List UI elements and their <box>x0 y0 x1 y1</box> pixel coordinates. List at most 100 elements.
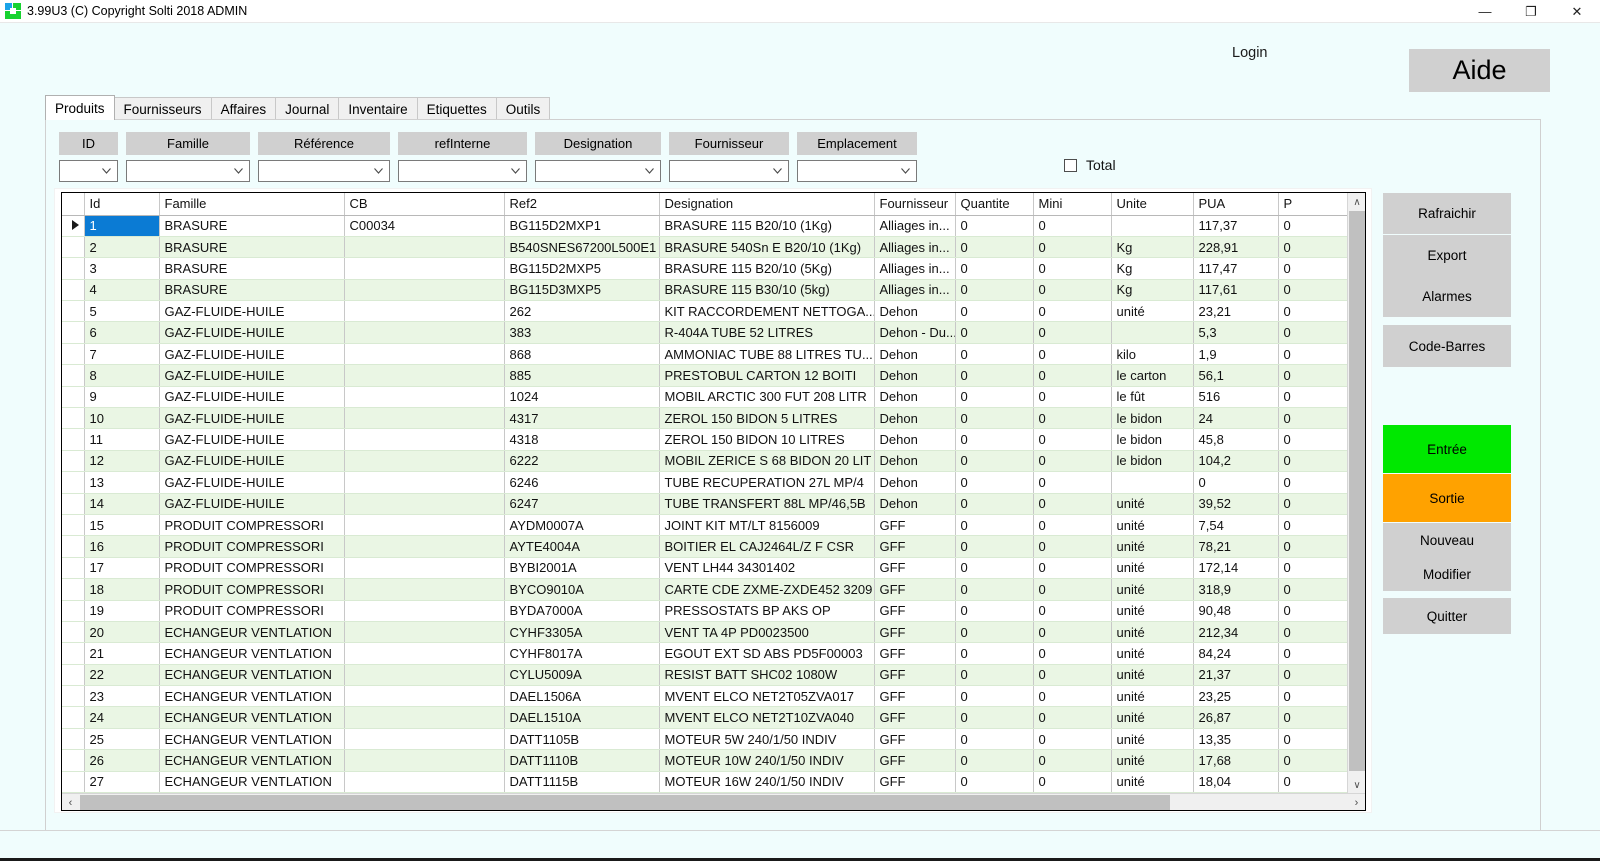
cell-quantite[interactable]: 0 <box>955 578 1034 601</box>
cell-unite[interactable]: unité <box>1111 706 1194 729</box>
cell-ref2[interactable]: AYTE4004A <box>504 535 660 558</box>
cell-fournisseur[interactable]: GFF <box>874 685 956 708</box>
cell-cb[interactable] <box>344 706 505 729</box>
cell-fournisseur[interactable]: GFF <box>874 600 956 622</box>
row-selector-cell[interactable] <box>62 706 85 729</box>
cell-p[interactable]: 0 <box>1278 321 1348 344</box>
cell-designation[interactable]: EGOUT EXT SD ABS PD5F00003 <box>659 642 875 665</box>
grid-horizontal-scrollbar[interactable]: ‹ › <box>62 793 1365 810</box>
cell-pua[interactable]: 228,91 <box>1193 236 1279 259</box>
cell-famille[interactable]: BRASURE <box>159 215 345 237</box>
cell-pua[interactable]: 7,54 <box>1193 514 1279 537</box>
cell-mini[interactable]: 0 <box>1033 364 1112 387</box>
filter-combo-famille[interactable] <box>126 160 250 182</box>
cell-famille[interactable]: PRODUIT COMPRESSORI <box>159 578 345 601</box>
row-selector-cell[interactable] <box>62 386 85 409</box>
row-selector-cell[interactable] <box>62 514 85 537</box>
row-selector-cell[interactable] <box>62 300 85 323</box>
scroll-right-icon[interactable]: › <box>1348 794 1365 810</box>
cell-ref2[interactable]: BG115D2MXP1 <box>504 215 660 237</box>
cell-ref2[interactable]: CYLU5009A <box>504 664 660 687</box>
cell-cb[interactable] <box>344 600 505 622</box>
cell-unite[interactable]: le bidon <box>1111 450 1194 473</box>
cell-mini[interactable]: 0 <box>1033 343 1112 366</box>
cell-unite[interactable]: kilo <box>1111 343 1194 366</box>
cell-p[interactable]: 0 <box>1278 428 1348 451</box>
cell-p[interactable]: 0 <box>1278 279 1348 302</box>
export-button[interactable]: Export <box>1383 235 1511 276</box>
cell-famille[interactable]: ECHANGEUR VENTLATION <box>159 685 345 708</box>
cell-famille[interactable]: PRODUIT COMPRESSORI <box>159 600 345 622</box>
cell-designation[interactable]: RESIST BATT SHC02 1080W <box>659 664 875 687</box>
cell-cb[interactable] <box>344 343 505 366</box>
cell-designation[interactable]: TUBE RECUPERATION 27L MP/4 <box>659 471 875 494</box>
table-row[interactable]: 12 GAZ-FLUIDE-HUILE 6222 MOBIL ZERICE S 68 … <box>62 450 1348 473</box>
cell-designation[interactable]: MVENT ELCO NET2T10ZVA040 <box>659 706 875 729</box>
cell-designation[interactable]: CARTE CDE ZXME-ZXDE452 3209 <box>659 578 875 601</box>
cell-ref2[interactable]: CYHF8017A <box>504 642 660 665</box>
cell-mini[interactable]: 0 <box>1033 771 1112 794</box>
cell-cb[interactable] <box>344 257 505 280</box>
cell-mini[interactable]: 0 <box>1033 493 1112 515</box>
cell-p[interactable]: 0 <box>1278 642 1348 665</box>
cell-cb[interactable] <box>344 364 505 387</box>
cell-cb[interactable] <box>344 664 505 687</box>
cell-fournisseur[interactable]: GFF <box>874 578 956 601</box>
cell-pua[interactable]: 318,9 <box>1193 578 1279 601</box>
cell-id[interactable]: 26 <box>84 749 160 772</box>
cell-famille[interactable]: GAZ-FLUIDE-HUILE <box>159 300 345 323</box>
cell-fournisseur[interactable]: Alliages in... <box>874 257 956 280</box>
cell-id[interactable]: 18 <box>84 578 160 601</box>
cell-fournisseur[interactable]: Dehon <box>874 343 956 366</box>
cell-mini[interactable]: 0 <box>1033 535 1112 558</box>
cell-quantite[interactable]: 0 <box>955 728 1034 751</box>
cell-fournisseur[interactable]: GFF <box>874 771 956 794</box>
cell-id[interactable]: 11 <box>84 428 160 451</box>
cell-quantite[interactable]: 0 <box>955 343 1034 366</box>
table-row[interactable]: 23 ECHANGEUR VENTLATION DAEL1506A MVENT ELC… <box>62 685 1348 708</box>
cell-p[interactable]: 0 <box>1278 621 1348 644</box>
cell-designation[interactable]: PRESSOSTATS BP AKS OP <box>659 600 875 622</box>
row-selector-cell[interactable] <box>62 621 85 644</box>
cell-famille[interactable]: GAZ-FLUIDE-HUILE <box>159 428 345 451</box>
table-row[interactable]: 8 GAZ-FLUIDE-HUILE 885 PRESTOBUL CARTON 12 … <box>62 364 1348 387</box>
cell-ref2[interactable]: 383 <box>504 321 660 344</box>
total-checkbox[interactable] <box>1064 158 1077 172</box>
cell-mini[interactable]: 0 <box>1033 749 1112 772</box>
cell-pua[interactable]: 1,9 <box>1193 343 1279 366</box>
cell-mini[interactable]: 0 <box>1033 728 1112 751</box>
cell-pua[interactable]: 45,8 <box>1193 428 1279 451</box>
cell-unite[interactable]: le bidon <box>1111 428 1194 451</box>
cell-p[interactable]: 0 <box>1278 706 1348 729</box>
cell-quantite[interactable]: 0 <box>955 257 1034 280</box>
cell-quantite[interactable]: 0 <box>955 514 1034 537</box>
minimize-button[interactable]: — <box>1462 0 1508 23</box>
grid-vertical-scrollbar[interactable]: ∧ ∨ <box>1347 193 1365 794</box>
cell-unite[interactable]: unité <box>1111 578 1194 601</box>
cell-unite[interactable]: Kg <box>1111 236 1194 259</box>
cell-cb[interactable] <box>344 749 505 772</box>
row-selector-cell[interactable] <box>62 664 85 687</box>
cell-ref2[interactable]: 4318 <box>504 428 660 451</box>
cell-p[interactable]: 0 <box>1278 749 1348 772</box>
codebarres-button[interactable]: Code-Barres <box>1383 325 1511 367</box>
cell-p[interactable]: 0 <box>1278 407 1348 430</box>
cell-id[interactable]: 20 <box>84 621 160 644</box>
cell-mini[interactable]: 0 <box>1033 642 1112 665</box>
cell-cb[interactable] <box>344 642 505 665</box>
table-row[interactable]: 21 ECHANGEUR VENTLATION CYHF8017A EGOUT EXT… <box>62 642 1348 665</box>
cell-fournisseur[interactable]: GFF <box>874 557 956 580</box>
cell-quantite[interactable]: 0 <box>955 215 1034 237</box>
cell-ref2[interactable]: 6247 <box>504 493 660 515</box>
cell-p[interactable]: 0 <box>1278 364 1348 387</box>
cell-fournisseur[interactable]: Dehon <box>874 450 956 473</box>
cell-pua[interactable]: 56,1 <box>1193 364 1279 387</box>
cell-id[interactable]: 5 <box>84 300 160 323</box>
cell-pua[interactable]: 78,21 <box>1193 535 1279 558</box>
cell-unite[interactable]: unité <box>1111 600 1194 622</box>
cell-cb[interactable] <box>344 514 505 537</box>
cell-ref2[interactable]: AYDM0007A <box>504 514 660 537</box>
cell-id[interactable]: 12 <box>84 450 160 473</box>
cell-fournisseur[interactable]: GFF <box>874 664 956 687</box>
cell-fournisseur[interactable]: Dehon <box>874 493 956 515</box>
